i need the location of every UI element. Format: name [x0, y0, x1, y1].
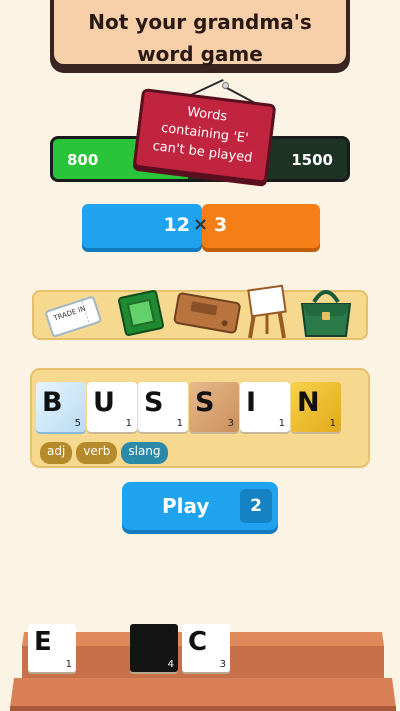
tile-points: 1 — [65, 659, 72, 670]
items-shelf: TRADE IN — [32, 284, 368, 342]
play-button[interactable]: Play 2 — [122, 482, 278, 530]
tile-points: 1 — [176, 418, 183, 429]
green-handbag-icon[interactable] — [296, 280, 356, 346]
tile-letter: S — [195, 387, 215, 418]
tile-letter: B — [42, 387, 63, 418]
easel-icon[interactable] — [242, 282, 292, 346]
tile-letter: N — [297, 387, 320, 418]
chips-value: 12 — [82, 204, 202, 248]
word-tag: verb — [76, 442, 118, 464]
tile-points: 1 — [278, 418, 285, 429]
word-tag: slang — [121, 442, 168, 464]
multiplier-value: 3 — [202, 204, 320, 248]
word-tile[interactable]: S1 — [138, 382, 188, 432]
wooden-tray-icon[interactable] — [172, 290, 242, 342]
word-tile[interactable]: S3 — [189, 382, 239, 432]
multiply-icon: × — [193, 214, 209, 235]
progress-target: 1500 — [291, 151, 333, 169]
banner-line-1: Not your grandma's — [88, 10, 312, 34]
tile-points: 3 — [227, 418, 234, 429]
word-tile[interactable]: B5 — [36, 382, 86, 432]
word-tag: adj — [40, 442, 73, 464]
rack-tile[interactable]: 4 — [130, 624, 178, 672]
trade-in-ticket-icon[interactable]: TRADE IN — [42, 294, 102, 342]
plays-remaining-badge: 2 — [240, 489, 272, 523]
tile-points: 4 — [167, 659, 174, 670]
tile-letter: C — [188, 627, 208, 657]
play-label: Play — [162, 494, 210, 518]
word-tile[interactable]: U1 — [87, 382, 137, 432]
word-panel: B5U1S1S3I1N1 adj verb slang — [30, 368, 370, 468]
score-calculation: 12 3 × — [82, 204, 320, 248]
tile-points: 1 — [125, 418, 132, 429]
tile-letter: S — [144, 387, 164, 418]
tile-points: 3 — [219, 659, 226, 670]
word-tile[interactable]: N1 — [291, 382, 341, 432]
title-banner: Not your grandma's word game — [50, 0, 350, 68]
word-tags: adj verb slang — [40, 440, 172, 464]
progress-current: 800 — [67, 151, 99, 169]
word-tile[interactable]: I1 — [240, 382, 290, 432]
green-chip-icon[interactable] — [116, 288, 166, 342]
banner-line-2: word game — [137, 42, 263, 66]
nail-icon — [222, 82, 229, 89]
tile-letter: I — [246, 387, 257, 418]
rule-sign: Words containing 'E' can't be played — [132, 88, 277, 184]
rack-tile[interactable]: C3 — [182, 624, 230, 672]
tile-points: 5 — [74, 418, 81, 429]
tile-letter: U — [93, 387, 115, 418]
rack-tile[interactable]: E1 — [28, 624, 76, 672]
tile-points: 1 — [329, 418, 336, 429]
tile-letter: E — [34, 627, 52, 657]
